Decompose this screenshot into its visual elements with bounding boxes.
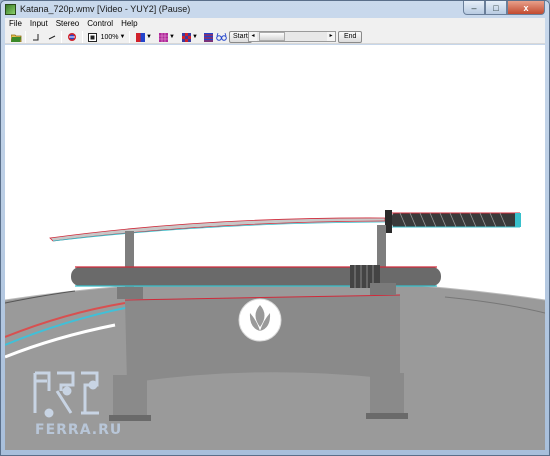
minimize-button[interactable]: – — [463, 1, 485, 15]
red-blue-anaglyph-icon[interactable]: ▼ — [134, 31, 154, 43]
seek-right-arrow-icon[interactable]: ▸ — [327, 32, 335, 41]
katana-scene — [5, 210, 545, 450]
app-icon — [5, 4, 16, 15]
maximize-button[interactable]: □ — [485, 1, 507, 15]
close-button[interactable]: x — [507, 1, 545, 15]
menu-stereo[interactable]: Stereo — [52, 18, 84, 30]
blue-stripe-icon[interactable] — [203, 31, 213, 43]
zoom-dropdown[interactable]: 100% ▼ — [100, 31, 126, 43]
seek-bar[interactable]: ◂ ▸ — [248, 31, 336, 42]
menu-input[interactable]: Input — [26, 18, 52, 30]
seek-thumb[interactable] — [259, 32, 285, 41]
glasses-icon[interactable] — [215, 31, 227, 43]
menu-bar: File Input Stereo Control Help — [5, 18, 545, 30]
video-frame[interactable] — [5, 45, 545, 450]
open-folder-icon[interactable] — [10, 31, 22, 43]
toolbar-separator — [82, 31, 83, 43]
window-controls: – □ x — [463, 1, 545, 16]
checker-pattern-icon[interactable]: ▼ — [180, 31, 200, 43]
seek-left-arrow-icon[interactable]: ◂ — [249, 32, 257, 41]
watermark-text: FERRA.RU — [35, 422, 123, 438]
zoom-value: 100% — [100, 33, 119, 41]
end-button[interactable]: End — [338, 31, 363, 43]
toolbar-separator — [25, 31, 26, 43]
fit-window-icon[interactable] — [87, 31, 97, 43]
left-angle-icon[interactable] — [31, 31, 41, 43]
end-label: End — [338, 31, 363, 43]
chevron-down-icon: ▼ — [192, 34, 198, 40]
player-window: Katana_720p.wmv [Video - YUY2] (Pause) –… — [0, 0, 550, 456]
chevron-down-icon: ▼ — [146, 34, 152, 40]
reload-icon[interactable] — [66, 31, 78, 43]
menu-control[interactable]: Control — [83, 18, 117, 30]
menu-file[interactable]: File — [5, 18, 26, 30]
title-bar[interactable]: Katana_720p.wmv [Video - YUY2] (Pause) –… — [1, 1, 549, 18]
toolbar-separator — [129, 31, 130, 43]
chevron-down-icon: ▼ — [169, 34, 175, 40]
line-icon[interactable] — [47, 31, 57, 43]
chevron-down-icon: ▼ — [119, 34, 126, 40]
toolbar: 100% ▼ ▼ ▼ ▼ Start ◂ ▸ End — [5, 30, 545, 44]
toolbar-separator — [61, 31, 62, 43]
menu-help[interactable]: Help — [117, 18, 141, 30]
window-title: Katana_720p.wmv [Video - YUY2] (Pause) — [20, 4, 191, 14]
pink-pattern-icon[interactable]: ▼ — [157, 31, 177, 43]
